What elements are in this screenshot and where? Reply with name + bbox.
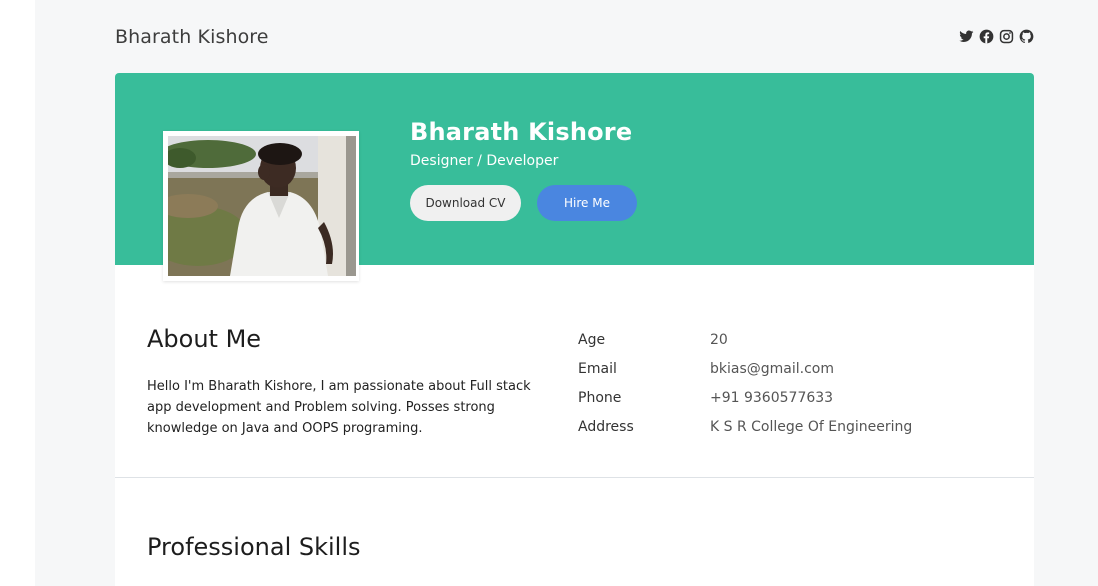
social-links [959,29,1034,44]
profile-photo [168,136,356,276]
info-row-address: Address K S R College Of Engineering [578,419,978,448]
hero-role: Designer / Developer [410,153,559,169]
facebook-icon[interactable] [979,29,994,44]
hire-me-button[interactable]: Hire Me [537,185,637,221]
info-value: +91 9360577633 [710,390,834,406]
profile-photo-frame [163,131,359,281]
section-divider [115,477,1034,478]
twitter-icon[interactable] [959,29,974,44]
download-cv-button[interactable]: Download CV [410,185,521,221]
instagram-icon[interactable] [999,29,1014,44]
hero-name: Bharath Kishore [410,118,633,146]
info-value[interactable]: bkias@gmail.com [710,361,834,377]
about-title: About Me [147,325,262,353]
info-label: Phone [578,390,622,406]
personal-info-list: Age 20 Email bkias@gmail.com Phone +91 9… [578,332,978,448]
top-navbar: Bharath Kishore [115,0,1034,73]
info-label: Age [578,332,606,348]
info-label: Address [578,419,634,435]
github-icon[interactable] [1019,29,1034,44]
skills-title: Professional Skills [147,533,361,561]
info-row-email: Email bkias@gmail.com [578,361,978,390]
info-value: K S R College Of Engineering [710,419,913,435]
profile-card: Bharath Kishore Designer / Developer Dow… [115,73,1034,586]
info-value: 20 [710,332,728,348]
info-row-age: Age 20 [578,332,978,361]
info-row-phone: Phone +91 9360577633 [578,390,978,419]
info-label: Email [578,361,617,377]
brand-name[interactable]: Bharath Kishore [115,26,269,48]
about-description: Hello I'm Bharath Kishore, I am passiona… [147,379,531,436]
